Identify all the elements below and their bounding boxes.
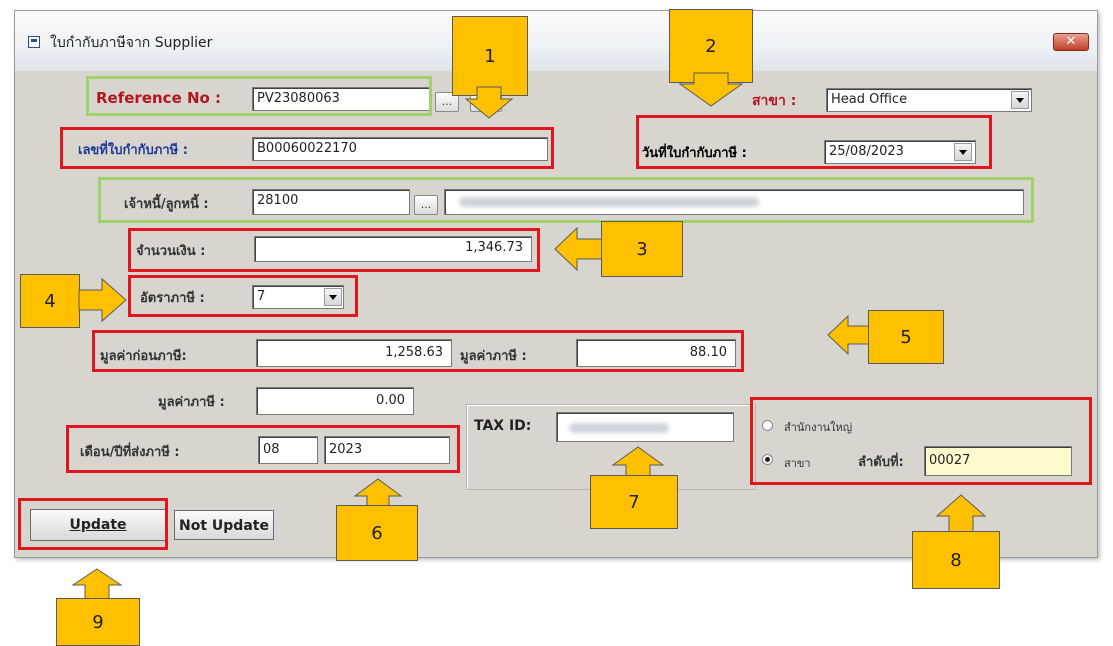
not-update-button[interactable]: Not Update (174, 510, 274, 540)
chevron-down-icon[interactable] (1011, 91, 1029, 109)
tax-id-label: TAX ID: (474, 418, 532, 434)
tax-value-input[interactable]: 88.10 (576, 339, 736, 367)
tax-invoice-date-value: 25/08/2023 (829, 144, 904, 159)
arrow-up-icon (935, 494, 987, 536)
tax-invoice-no-input[interactable]: B00060022170 (252, 137, 548, 161)
sequence-input[interactable]: 00027 (924, 446, 1072, 476)
sequence-label: ลำดับที่: (858, 455, 904, 470)
tax-id-input[interactable] (556, 412, 734, 442)
window-icon (28, 36, 40, 48)
callout-8: 8 (912, 531, 1000, 589)
creditor-name-input[interactable] (444, 189, 1024, 215)
pre-tax-value-input[interactable]: 1,258.63 (256, 339, 452, 367)
arrow-down-icon (678, 72, 744, 107)
redacted-text (459, 197, 759, 207)
head-office-radio[interactable] (762, 420, 773, 431)
update-button[interactable]: Update (30, 509, 166, 541)
callout-4: 4 (20, 274, 80, 328)
creditor-lookup-button[interactable]: ... (414, 195, 438, 215)
reference-no-label: Reference No : (96, 89, 222, 107)
arrow-left-icon (827, 314, 874, 356)
tax-invoice-no-label: เลขที่ใบกำกับภาษี : (78, 143, 188, 158)
branch-radio-label: สาขา (784, 457, 811, 470)
branch-value: Head Office (831, 92, 908, 107)
callout-1: 1 (452, 16, 528, 96)
arrow-up-icon (71, 568, 123, 600)
callout-9: 9 (56, 598, 140, 646)
tax-rate-value: 7 (257, 289, 266, 304)
redacted-text (569, 423, 669, 433)
branch-label: สาขา : (752, 93, 797, 109)
calendar-dropdown-icon[interactable] (954, 143, 972, 161)
tax-period-label: เดือน/ปีที่ส่งภาษี : (80, 445, 180, 460)
tax-value-2-input[interactable]: 0.00 (256, 387, 414, 415)
tax-rate-label: อัตราภาษี : (140, 291, 205, 306)
amount-input[interactable]: 1,346.73 (254, 236, 532, 262)
callout-6: 6 (336, 505, 418, 561)
pre-tax-value-label: มูลค่าก่อนภาษี: (100, 349, 187, 364)
arrow-down-icon (464, 86, 514, 119)
arrow-left-icon (554, 226, 603, 272)
callout-5: 5 (868, 310, 944, 364)
reference-no-input[interactable]: PV23080063 (252, 87, 430, 111)
tax-value-2-label: มูลค่าภาษี : (158, 395, 225, 410)
head-office-label: สำนักงานใหญ่ (784, 421, 853, 434)
creditor-code-input[interactable]: 28100 (252, 189, 410, 215)
branch-radio[interactable] (762, 454, 773, 465)
close-button[interactable]: ✕ (1053, 33, 1089, 51)
callout-3: 3 (601, 221, 683, 277)
tax-period-month-input[interactable]: 08 (258, 436, 318, 464)
window-title: ใบกำกับภาษีจาก Supplier (50, 35, 213, 51)
branch-select[interactable]: Head Office (826, 88, 1032, 112)
tax-invoice-date-label: วันที่ใบกำกับภาษี : (642, 146, 747, 161)
tax-period-year-input[interactable]: 2023 (324, 436, 450, 464)
tax-value-label: มูลค่าภาษี : (460, 349, 527, 364)
chevron-down-icon[interactable] (324, 288, 342, 306)
arrow-right-icon (78, 277, 127, 323)
amount-label: จำนวนเงิน : (136, 244, 206, 259)
creditor-label: เจ้าหนี้/ลูกหนี้ : (124, 197, 209, 212)
callout-7: 7 (590, 475, 678, 529)
